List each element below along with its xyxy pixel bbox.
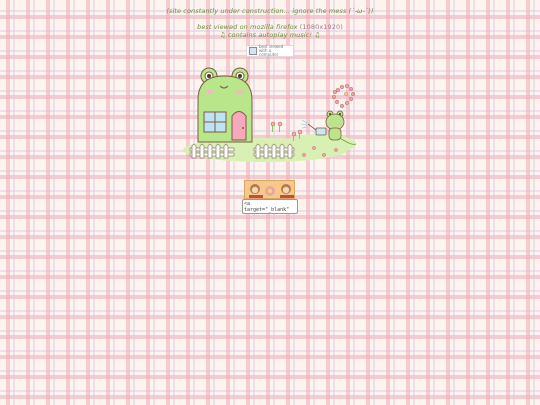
monkeys-stamp-graphic [245,181,294,198]
monkeys-stamp-icon[interactable] [244,180,295,199]
autoplay-notice: ♫ contains autoplay music! ♫ [219,31,321,39]
best-viewed-text: best viewed on mozilla firefox [197,23,300,31]
frog-garden-scene [183,67,357,162]
best-viewed-line: best viewed on mozilla firefox (1080x192… [0,23,540,31]
page: { "header": { "notice": "(site constantl… [0,0,540,405]
best-viewed-badge[interactable]: best viewed with a computer [246,43,294,58]
badge-text: best viewed with a computer [259,43,284,58]
code-textarea[interactable]: <a target="_blank" [242,199,298,214]
flower-heart-icon [331,83,356,109]
construction-notice: (site constantly under construction... i… [166,7,374,15]
frog-house-icon [197,67,253,143]
resolution-text: (1080x1920) [299,23,343,31]
computer-icon [249,47,257,55]
